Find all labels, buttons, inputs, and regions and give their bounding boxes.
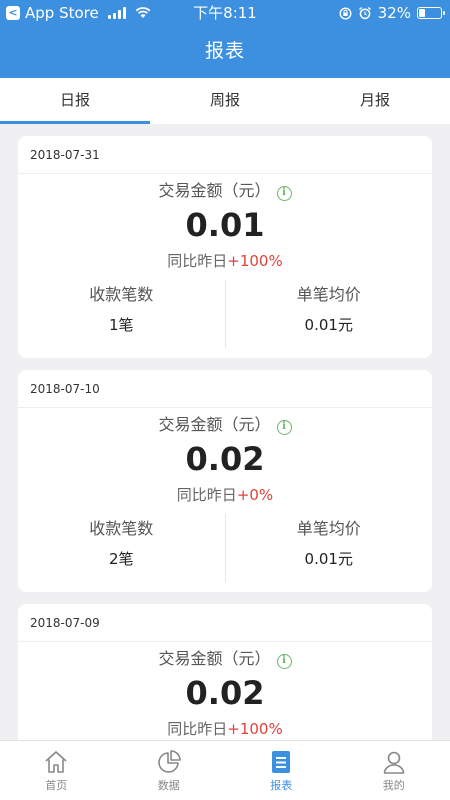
stat-average: 单笔均价 0.01元 — [224, 280, 433, 348]
battery-percent: 32% — [377, 4, 411, 22]
nav-home[interactable]: 首页 — [0, 741, 113, 800]
report-card[interactable]: 2018-07-09 交易金额（元） i 0.02 同比昨日+100% — [18, 604, 432, 740]
report-card[interactable]: 2018-07-10 交易金额（元） i 0.02 同比昨日+0% 收款笔数 2笔… — [18, 370, 432, 592]
compare-percent: +100% — [227, 720, 283, 738]
count-label: 收款笔数 — [89, 285, 154, 304]
card-date: 2018-07-31 — [18, 136, 432, 174]
back-arrow-icon[interactable]: < — [6, 6, 20, 20]
tab-weekly[interactable]: 周报 — [150, 78, 300, 124]
user-icon — [383, 751, 405, 774]
info-icon[interactable]: i — [276, 420, 292, 435]
info-icon[interactable]: i — [276, 186, 292, 201]
nav-data-label: 数据 — [157, 779, 180, 792]
card-date: 2018-07-09 — [18, 604, 432, 642]
stat-count: 收款笔数 1笔 — [18, 280, 225, 348]
back-app-label[interactable]: App Store — [25, 0, 99, 26]
compare-row: 同比昨日+100% — [18, 716, 432, 740]
stats-row: 收款笔数 1笔 单笔均价 0.01元 — [18, 280, 432, 348]
bottom-nav: 首页 数据 报表 我的 — [0, 740, 450, 800]
report-card[interactable]: 2018-07-31 交易金额（元） i 0.01 同比昨日+100% 收款笔数 … — [18, 136, 432, 358]
battery-icon — [417, 7, 445, 19]
report-list[interactable]: 2018-07-31 交易金额（元） i 0.01 同比昨日+100% 收款笔数 … — [0, 124, 450, 740]
stat-count: 收款笔数 2笔 — [18, 514, 225, 582]
average-value: 0.01元 — [304, 550, 353, 568]
signal-icon — [107, 7, 126, 19]
pie-chart-icon — [157, 750, 181, 773]
status-left[interactable]: < App Store — [6, 0, 151, 26]
report-tabs: 日报 周报 月报 — [0, 78, 450, 124]
compare-label: 同比昨日 — [167, 720, 228, 738]
amount-value: 0.01 — [185, 206, 265, 244]
page-title: 报表 — [204, 40, 245, 62]
nav-mine-label: 我的 — [382, 779, 405, 792]
amount-label: 交易金额（元） — [158, 415, 271, 434]
count-label: 收款笔数 — [89, 519, 154, 538]
wifi-icon — [135, 7, 151, 18]
status-right: 32% — [339, 0, 445, 26]
compare-percent: +100% — [227, 252, 283, 270]
compare-percent: +0% — [236, 486, 274, 504]
average-label: 单笔均价 — [296, 285, 361, 304]
status-bar: < App Store 下午8:11 32% — [0, 0, 450, 26]
count-value: 1笔 — [108, 316, 134, 334]
nav-data[interactable]: 数据 — [113, 741, 226, 800]
average-label: 单笔均价 — [296, 519, 361, 538]
average-value: 0.01元 — [304, 316, 353, 334]
nav-report[interactable]: 报表 — [225, 741, 338, 800]
app-header: < App Store 下午8:11 32% 报表 — [0, 0, 450, 78]
amount-value: 0.02 — [185, 674, 265, 712]
amount-label: 交易金额（元） — [158, 181, 271, 200]
nav-report-label: 报表 — [270, 779, 293, 792]
compare-row: 同比昨日+100% — [18, 248, 432, 274]
card-date: 2018-07-10 — [18, 370, 432, 408]
amount-label: 交易金额（元） — [158, 649, 271, 668]
tab-daily[interactable]: 日报 — [0, 78, 150, 124]
rotation-lock-icon — [339, 6, 352, 20]
stats-row: 收款笔数 2笔 单笔均价 0.01元 — [18, 514, 432, 582]
amount-label-row: 交易金额（元） i — [18, 180, 432, 202]
compare-label: 同比昨日 — [176, 486, 237, 504]
home-icon — [45, 751, 67, 773]
amount-label-row: 交易金额（元） i — [18, 414, 432, 436]
alarm-icon — [358, 6, 371, 20]
count-value: 2笔 — [108, 550, 134, 568]
compare-label: 同比昨日 — [167, 252, 228, 270]
amount-label-row: 交易金额（元） i — [18, 648, 432, 670]
amount-value: 0.02 — [185, 440, 265, 478]
nav-mine[interactable]: 我的 — [338, 741, 450, 800]
stat-average: 单笔均价 0.01元 — [224, 514, 433, 582]
compare-row: 同比昨日+0% — [18, 482, 432, 508]
nav-home-label: 首页 — [45, 779, 68, 792]
report-icon — [272, 751, 291, 773]
tab-monthly[interactable]: 月报 — [300, 78, 450, 124]
info-icon[interactable]: i — [276, 654, 292, 669]
